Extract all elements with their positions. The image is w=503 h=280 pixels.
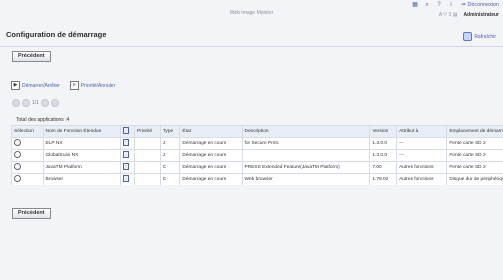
total-applications: Total des applications :4 [16,117,70,123]
cell-description [241,149,371,162]
cell-version: 1.79.02 [369,173,398,185]
header-state: État [179,125,243,138]
table-row: GlobalScan NX J Démarrage en cours 1.3.0… [11,149,503,162]
user-row: A ▽ 3 ▤ Administrateur [439,12,499,18]
page-header: Configuration de démarrage Rafraîchir [0,26,503,47]
cell-location: Fente carte SD 2 [446,161,503,174]
pager-last-button[interactable] [50,99,59,107]
header-selection: Sélection [11,125,44,138]
row-select-radio[interactable] [14,175,21,182]
logout-icon: ⇥ [460,2,466,8]
pager-next-button[interactable] [40,99,49,107]
cell-location: Fente carte SD 2 [446,137,503,150]
applications-table: Sélection Nom de Fonction Étendue Priori… [11,125,503,185]
header-location: Emplacement de démarrage [446,125,503,138]
header-function-name: Nom de Fonction Étendue [42,125,121,138]
priority-icon: ≡ [69,81,79,90]
cell-type: J [159,137,181,150]
cell-description: for Secure Print. [241,137,371,150]
refresh-button[interactable]: Rafraîchir [463,32,496,41]
document-icon[interactable] [122,163,129,170]
top-bar: Web Image Monitor ▦ ⌕ ? i ⇥ Déconnexion … [0,0,503,26]
refresh-label: Rafraîchir [474,33,496,40]
header-icon [119,125,136,138]
document-icon[interactable] [122,139,129,146]
cell-priority [134,173,161,185]
cell-priority [134,137,161,150]
app-title: Web Image Monitor [229,10,274,16]
cell-state: Démarrage en cours [179,173,243,185]
row-select-radio[interactable] [14,163,21,170]
header-type: Type [159,125,181,138]
refresh-icon [463,32,473,41]
logout-label: Déconnexion [467,2,499,8]
document-icon[interactable] [122,175,129,182]
back-button-bottom[interactable]: Précédent [12,208,51,219]
start-stop-button[interactable]: ▶ Démarrer/Arrêter [11,81,60,90]
cell-attribute: --- [396,149,448,162]
user-icons: A ▽ 3 ▤ [438,12,458,18]
cell-type: J [159,149,181,162]
header-description: Description [241,125,371,138]
cell-state: Démarrage en cours [179,149,243,162]
table-row: Browser C Démarrage en cours Web browser… [11,173,503,185]
info-icon[interactable]: i [448,2,454,8]
search-icon[interactable]: ⌕ [424,2,430,8]
cell-attribute: Autres fonctions [396,173,448,185]
header-priority: Priorité [134,125,161,138]
header-attribute: Attribut à [396,125,448,138]
logout-link[interactable]: ⇥ Déconnexion [460,2,499,8]
cell-name: JavaTM Platform [42,161,121,174]
table-row: JavaTM Platform C Démarrage en cours PRE… [11,161,503,174]
document-icon [122,127,129,134]
cell-type: C [159,173,181,185]
cell-location: Disque dur de périphérique [446,173,503,185]
start-stop-label: Démarrer/Arrêter [22,82,60,89]
cell-description: Web browser [241,173,371,185]
cell-attribute: Autres fonctions [396,161,448,174]
priority-cancel-label: Priorité/Annuler [80,82,116,89]
cell-description: PRESS Extended Feature(JavaTM Platform) [241,161,371,174]
back-button-top[interactable]: Précédent [12,51,51,62]
row-select-radio[interactable] [14,139,21,146]
top-toolbar: ▦ ⌕ ? i ⇥ Déconnexion [412,2,499,8]
pager: 1/1 [12,99,59,107]
user-name: Administrateur [463,12,499,18]
cell-priority [134,149,161,162]
cell-name: ELP NX [42,137,121,150]
table-row: ELP NX J Démarrage en cours for Secure P… [11,137,503,150]
row-select-radio[interactable] [14,151,21,158]
cell-version: 7.00 [369,161,398,174]
cell-type: C [159,161,181,174]
cell-priority [134,161,161,174]
cell-location: Fente carte SD 2 [446,149,503,162]
pager-first-button[interactable] [12,99,20,107]
page-title: Configuration de démarrage [6,30,107,39]
start-stop-icon: ▶ [11,81,20,90]
pager-text: 1/1 [32,100,39,106]
table-header-row: Sélection Nom de Fonction Étendue Priori… [11,125,503,138]
cell-state: Démarrage en cours [179,137,243,150]
cell-state: Démarrage en cours [179,161,243,174]
cell-version: 1.3.0.0 [369,137,398,150]
pager-prev-button[interactable] [22,99,30,107]
cell-attribute: --- [396,137,448,150]
cell-version: 1.3.0.0 [369,149,398,162]
header-version: Version [369,125,398,138]
cell-name: Browser [42,173,121,185]
help-icon[interactable]: ? [436,2,442,8]
cell-name: GlobalScan NX [42,149,121,162]
actions-row: ▶ Démarrer/Arrêter ≡ Priorité/Annuler [11,81,115,90]
priority-cancel-button[interactable]: ≡ Priorité/Annuler [69,81,116,90]
document-icon[interactable] [122,151,129,158]
grid-icon[interactable]: ▦ [412,2,418,8]
